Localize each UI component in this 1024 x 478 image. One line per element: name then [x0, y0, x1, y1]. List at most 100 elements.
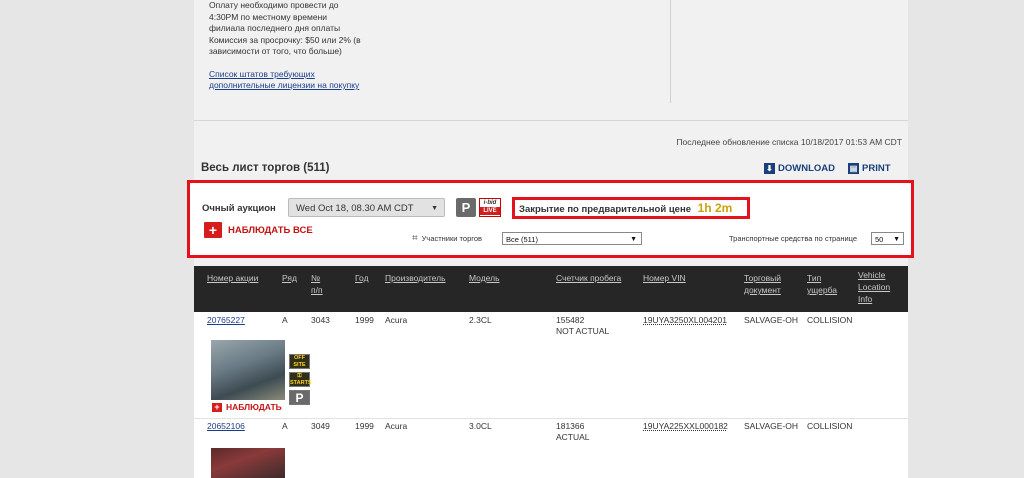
- notice-line: Комиссия за просрочку: $50 или 2% (в: [209, 34, 361, 45]
- doc-cell: SALVAGE-OH: [744, 421, 799, 431]
- notice-line: Оплату необходимо провести до: [209, 0, 339, 10]
- table-header: Номер акции Ряд № п/п Год Производитель …: [194, 266, 908, 312]
- divider: [670, 0, 671, 103]
- notice-line: зависимости от того, что больше): [209, 46, 342, 56]
- vehicle-thumbnail[interactable]: [211, 448, 285, 478]
- vehicles-per-page-value: 50: [875, 235, 884, 244]
- preliminary-badge: P: [456, 198, 476, 217]
- col-doc-line: Торговый: [744, 273, 781, 283]
- row-cell: A: [282, 315, 288, 325]
- col-make[interactable]: Производитель: [385, 272, 446, 284]
- payment-notice-section: Оплату необходимо провести до 4:30PM по …: [194, 0, 908, 120]
- chevron-down-icon: ▼: [630, 236, 637, 243]
- badge-line: STARTS: [290, 380, 312, 386]
- col-model[interactable]: Модель: [469, 272, 500, 284]
- col-row[interactable]: Ряд: [282, 272, 297, 284]
- lot-badges: OFF SITE ⚿ STARTS P: [289, 354, 312, 408]
- camera-icon: ⌗: [412, 233, 418, 244]
- col-lot[interactable]: Номер акции: [207, 272, 258, 284]
- chevron-down-icon: ▼: [893, 236, 900, 243]
- participants-select-value: Все (511): [506, 235, 538, 244]
- watch-all-button[interactable]: + НАБЛЮДАТЬ ВСЕ: [204, 222, 313, 238]
- live-label: LIVE: [480, 207, 500, 215]
- col-num[interactable]: № п/п: [311, 272, 323, 296]
- col-damage-line: Тип: [807, 273, 822, 283]
- odometer-value: 181366: [556, 421, 585, 431]
- license-states-link[interactable]: Список штатов требующих дополнительные л…: [209, 69, 379, 92]
- col-doc-line: документ: [744, 285, 781, 295]
- vehicles-per-page-label: Транспортные средства по странице: [729, 234, 858, 243]
- make-cell: Acura: [385, 421, 408, 431]
- row-divider: [194, 418, 908, 419]
- col-location-line: Vehicle: [858, 270, 886, 280]
- notice-line: филиала последнего дня оплаты: [209, 23, 341, 33]
- watch-button[interactable]: + НАБЛЮДАТЬ: [212, 402, 282, 412]
- run-and-drive-badge: ⚿ STARTS: [289, 372, 312, 387]
- key-icon: ⚿: [297, 373, 302, 379]
- watch-all-label: НАБЛЮДАТЬ ВСЕ: [228, 224, 313, 236]
- odometer-value: 155482: [556, 315, 585, 325]
- download-label: DOWNLOAD: [778, 163, 835, 174]
- divider: [194, 120, 908, 121]
- col-odometer[interactable]: Счетчик пробега: [556, 272, 621, 284]
- row-cell: A: [282, 421, 288, 431]
- closing-countdown: Закрытие по предварительной цене 1h 2m: [512, 197, 750, 219]
- odometer-note: NOT ACTUAL: [556, 326, 610, 336]
- lot-number-link[interactable]: 20652106: [207, 421, 245, 432]
- odometer-cell: 181366 ACTUAL: [556, 421, 590, 443]
- closing-label: Закрытие по предварительной цене: [519, 204, 691, 215]
- vin-cell[interactable]: 19UYA225XXL000182: [643, 421, 728, 432]
- col-num-line: п/п: [311, 285, 323, 295]
- link-line[interactable]: дополнительные лицензии на покупку: [209, 80, 359, 90]
- preliminary-badge: P: [289, 390, 310, 405]
- download-button[interactable]: ⬇ DOWNLOAD: [764, 163, 835, 174]
- doc-cell: SALVAGE-OH: [744, 315, 799, 325]
- col-num-line: №: [311, 273, 321, 283]
- model-cell: 2.3CL: [469, 315, 492, 325]
- damage-cell: COLLISION: [807, 421, 853, 431]
- num-cell: 3043: [311, 315, 330, 325]
- col-location-line: Info: [858, 294, 873, 304]
- odometer-note: ACTUAL: [556, 432, 590, 442]
- odometer-cell: 155482 NOT ACTUAL: [556, 315, 609, 337]
- lot-number-link[interactable]: 20765227: [207, 315, 245, 326]
- badge-line: SITE: [293, 362, 306, 368]
- col-location[interactable]: Vehicle Location Info: [858, 269, 890, 305]
- vin-cell[interactable]: 19UYA3250XL004201: [643, 315, 727, 326]
- col-doc[interactable]: Торговый документ: [744, 272, 781, 296]
- model-cell: 3.0CL: [469, 421, 492, 431]
- download-icon: ⬇: [764, 163, 775, 174]
- col-damage[interactable]: Тип ущерба: [807, 272, 837, 296]
- lots-table-body: 20765227 A 3043 1999 Acura 2.3CL 155482 …: [194, 312, 908, 478]
- plus-icon: +: [204, 222, 222, 238]
- col-year[interactable]: Год: [355, 272, 369, 284]
- print-icon: ▤: [848, 163, 859, 174]
- vehicles-per-page-select[interactable]: 50 ▼: [871, 232, 904, 245]
- vehicle-thumbnail[interactable]: [211, 340, 285, 400]
- last-updated-text: Последнее обновление списка 10/18/2017 0…: [676, 137, 902, 147]
- list-title: Весь лист торгов (511): [201, 162, 330, 174]
- damage-cell: COLLISION: [807, 315, 853, 325]
- print-button[interactable]: ▤ PRINT: [848, 163, 891, 174]
- make-cell: Acura: [385, 315, 408, 325]
- ibid-label: i-bid: [483, 200, 497, 206]
- watch-label: НАБЛЮДАТЬ: [226, 402, 282, 412]
- col-vin[interactable]: Номер VIN: [643, 272, 686, 284]
- year-cell: 1999: [355, 421, 374, 431]
- col-location-line: Location: [858, 282, 891, 292]
- ibid-live-badge[interactable]: i-bid LIVE: [479, 198, 501, 217]
- auction-label: Очный аукцион: [202, 203, 276, 214]
- link-line[interactable]: Список штатов требующих: [209, 69, 315, 79]
- off-site-badge: OFF SITE: [289, 354, 310, 369]
- chevron-down-icon: ▼: [431, 205, 438, 212]
- badge-line: OFF: [294, 355, 305, 361]
- payment-notice: Оплату необходимо провести до 4:30PM по …: [209, 0, 379, 92]
- col-damage-line: ущерба: [807, 285, 838, 295]
- participants-label: Участники торгов: [421, 234, 482, 243]
- filter-panel: Очный аукцион Wed Oct 18, 08.30 AM CDT ▼…: [187, 180, 914, 258]
- print-label: PRINT: [862, 163, 891, 174]
- num-cell: 3049: [311, 421, 330, 431]
- auction-select-value: Wed Oct 18, 08.30 AM CDT: [296, 203, 414, 214]
- participants-select[interactable]: Все (511) ▼: [502, 232, 642, 245]
- auction-select[interactable]: Wed Oct 18, 08.30 AM CDT ▼: [288, 198, 445, 217]
